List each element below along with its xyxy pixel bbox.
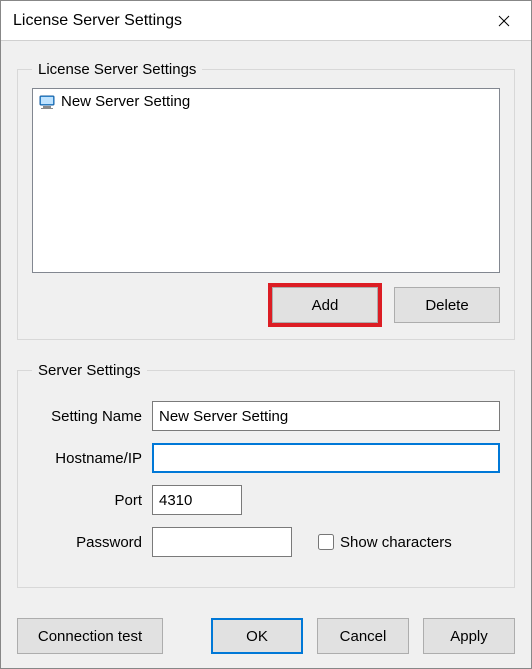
- close-button[interactable]: [481, 5, 527, 37]
- password-label: Password: [32, 534, 152, 551]
- server-settings-legend: Server Settings: [32, 362, 147, 379]
- window-title: License Server Settings: [13, 12, 182, 30]
- license-server-group: License Server Settings New Server Setti…: [17, 61, 515, 340]
- server-listbox[interactable]: New Server Setting: [32, 88, 500, 273]
- add-button[interactable]: Add: [272, 287, 378, 323]
- ok-button[interactable]: OK: [211, 618, 303, 654]
- list-item[interactable]: New Server Setting: [35, 91, 497, 112]
- server-buttons-row: Add Delete: [32, 287, 500, 323]
- dialog-window: License Server Settings License Server S…: [0, 0, 532, 669]
- hostname-label: Hostname/IP: [32, 450, 152, 467]
- hostname-row: Hostname/IP: [32, 443, 500, 473]
- port-input[interactable]: [152, 485, 242, 515]
- show-characters-label[interactable]: Show characters: [340, 534, 452, 551]
- setting-name-label: Setting Name: [32, 408, 152, 425]
- password-row: Password Show characters: [32, 527, 500, 557]
- hostname-input[interactable]: [152, 443, 500, 473]
- list-item-label: New Server Setting: [61, 93, 190, 110]
- connection-test-button[interactable]: Connection test: [17, 618, 163, 654]
- show-characters-row: Show characters: [318, 534, 452, 551]
- server-icon: [39, 94, 55, 110]
- server-settings-group: Server Settings Setting Name Hostname/IP…: [17, 362, 515, 588]
- titlebar: License Server Settings: [1, 1, 531, 41]
- setting-name-row: Setting Name: [32, 401, 500, 431]
- show-characters-checkbox[interactable]: [318, 534, 334, 550]
- license-server-legend: License Server Settings: [32, 61, 202, 78]
- bottom-button-bar: Connection test OK Cancel Apply: [17, 614, 515, 654]
- port-row: Port: [32, 485, 500, 515]
- password-input[interactable]: [152, 527, 292, 557]
- port-label: Port: [32, 492, 152, 509]
- apply-button[interactable]: Apply: [423, 618, 515, 654]
- client-area: License Server Settings New Server Setti…: [1, 41, 531, 668]
- delete-button[interactable]: Delete: [394, 287, 500, 323]
- cancel-button[interactable]: Cancel: [317, 618, 409, 654]
- close-icon: [498, 15, 510, 27]
- setting-name-input[interactable]: [152, 401, 500, 431]
